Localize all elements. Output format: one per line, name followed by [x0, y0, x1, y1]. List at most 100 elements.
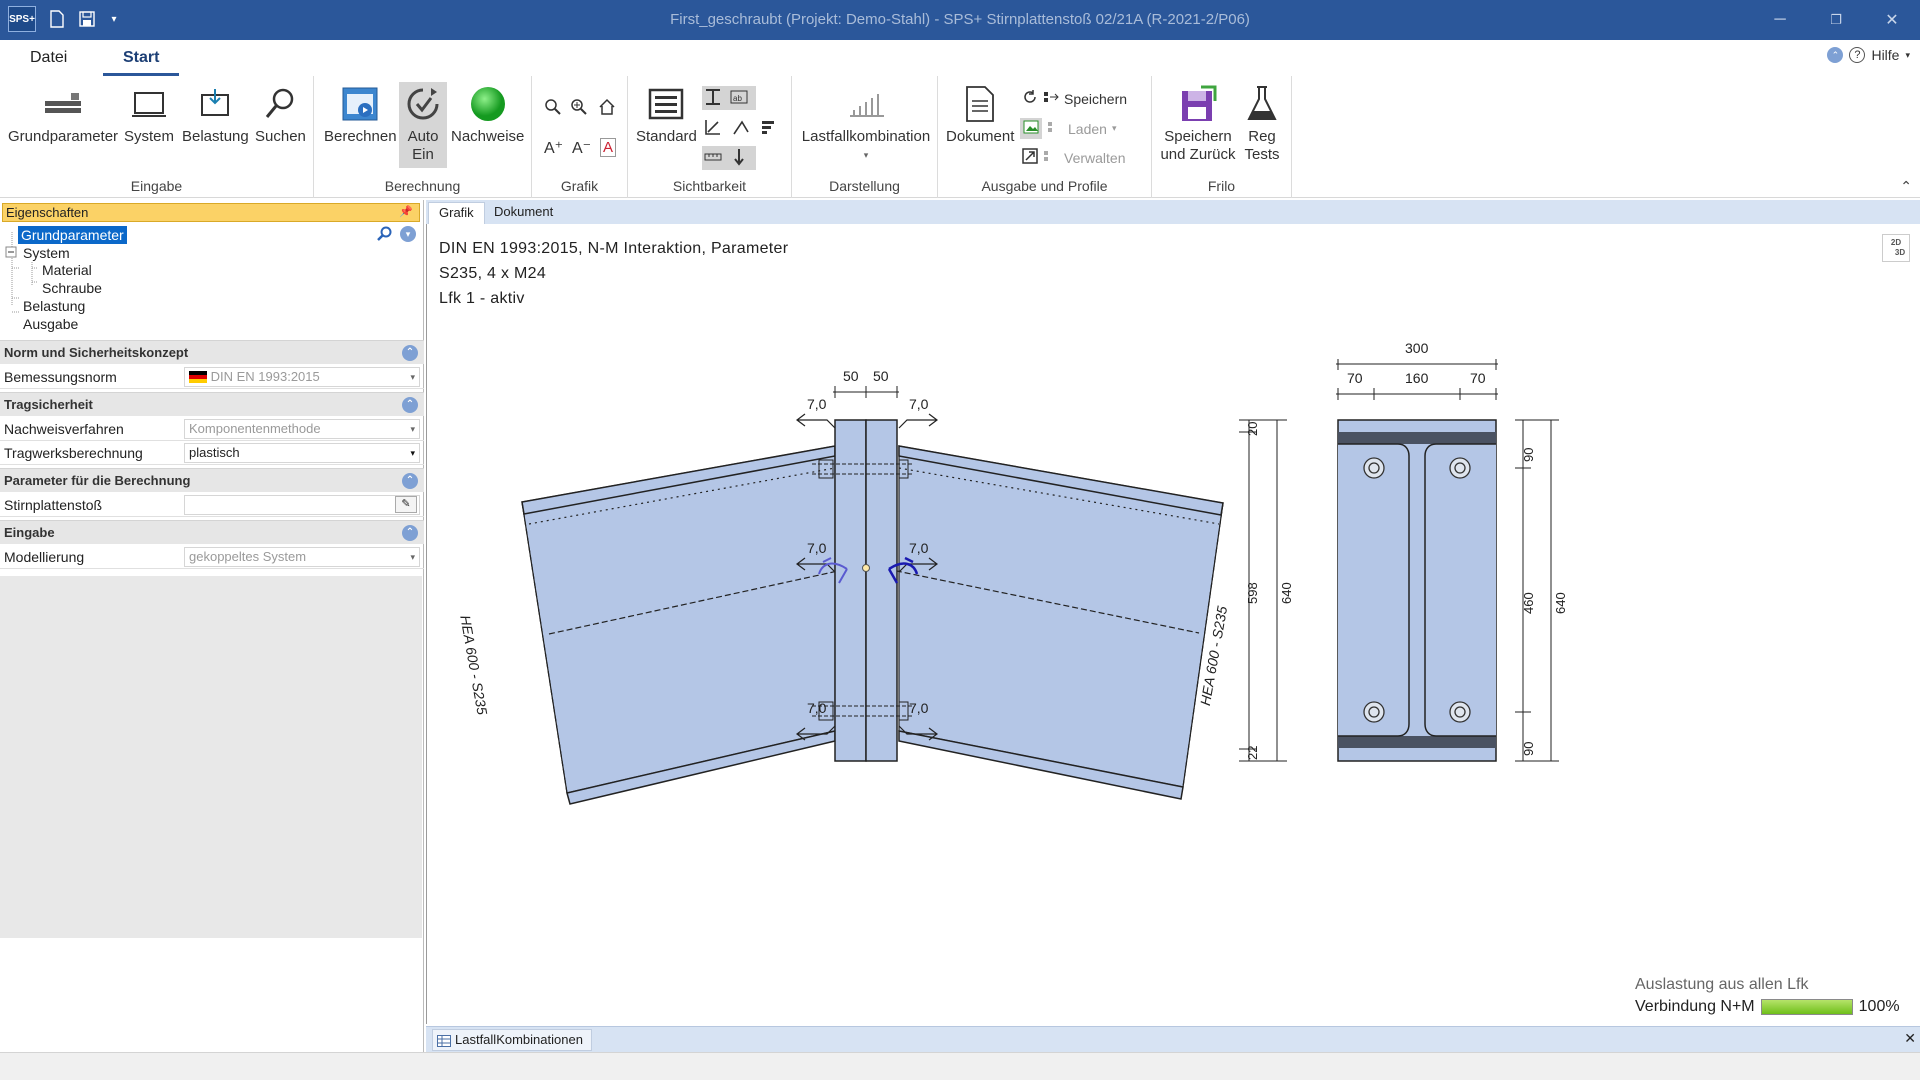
left-beam: [521, 445, 848, 805]
bemessungsnorm-value: DIN EN 1993:2015: [210, 369, 320, 384]
help-button[interactable]: Hilfe: [1871, 47, 1899, 63]
tragwerksberechnung-value: plastisch: [189, 445, 240, 460]
reg-tests-line1: Reg: [1248, 128, 1276, 145]
group-berechnung: Berechnen Auto Ein Nachweise Berechnung: [314, 76, 532, 198]
laden-button[interactable]: Laden ▾: [1020, 118, 1116, 139]
bottom-tab-strip: LastfallKombinationen ✕: [426, 1026, 1920, 1052]
save-return-icon: [1176, 82, 1220, 126]
ruler-icon[interactable]: [704, 150, 722, 166]
laden-label: Laden: [1068, 120, 1107, 137]
nachweisverfahren-value: Komponentenmethode: [189, 421, 321, 436]
tree-item-belastung[interactable]: Belastung: [20, 297, 88, 315]
speichern-zurueck-line2: und Zurück: [1160, 146, 1236, 163]
standard-button[interactable]: Standard: [636, 82, 697, 146]
collapse-icon[interactable]: ⌃: [402, 345, 418, 361]
minimize-icon[interactable]: ─: [1752, 0, 1808, 40]
zoom-in-icon[interactable]: [570, 98, 588, 116]
stirnplattenstoss-field[interactable]: ✎: [184, 495, 420, 515]
auto-ein-button[interactable]: Auto Ein: [399, 82, 447, 168]
section-norm[interactable]: Norm und Sicherheitskonzept ⌃: [0, 340, 424, 364]
dropdown-arrow-icon: ▾: [410, 552, 415, 562]
section-tragsicherheit[interactable]: Tragsicherheit ⌃: [0, 392, 424, 416]
restore-icon[interactable]: ❐: [1808, 0, 1864, 40]
utilization-label: Verbindung N+M: [1635, 998, 1755, 1015]
edit-icon[interactable]: ✎: [395, 496, 417, 513]
weld-label-mid-right: 7,0: [909, 540, 929, 556]
font-color-icon[interactable]: A: [600, 138, 617, 157]
collapse-icon[interactable]: ⌃: [402, 525, 418, 541]
collapse-up-icon[interactable]: ⌃: [1827, 47, 1844, 63]
tab-lastfallkombinationen[interactable]: LastfallKombinationen: [432, 1029, 592, 1051]
properties-footer: [0, 1024, 424, 1052]
search-icon: [258, 82, 302, 126]
plate-dim-mid: 160: [1405, 370, 1429, 386]
tree-item-system[interactable]: System: [20, 244, 73, 262]
nachweisverfahren-select[interactable]: Komponentenmethode ▾: [184, 419, 420, 439]
modellierung-value: gekoppeltes System: [189, 549, 307, 564]
tree-item-material[interactable]: Material: [39, 261, 95, 279]
berechnen-icon: [338, 82, 382, 126]
speichern-profile-button[interactable]: Speichern: [1022, 89, 1127, 108]
berechnen-button[interactable]: Berechnen: [324, 82, 397, 146]
dokument-label: Dokument: [946, 128, 1015, 145]
tree-item-ausgabe[interactable]: Ausgabe: [20, 315, 81, 333]
collapse-icon[interactable]: ⌃: [402, 473, 418, 489]
tab-datei[interactable]: Datei: [10, 48, 87, 76]
font-decrease-icon[interactable]: A⁻: [572, 138, 591, 158]
home-icon[interactable]: [598, 98, 616, 116]
system-label: System: [124, 128, 175, 145]
graphics-canvas[interactable]: DIN EN 1993:2015, N-M Interaktion, Param…: [426, 224, 1920, 1024]
visibility-toggles-row3: [702, 146, 756, 170]
bemessungsnorm-select[interactable]: DIN EN 1993:2015 ▾: [184, 367, 420, 387]
tragwerksberechnung-select[interactable]: plastisch ▾: [184, 443, 420, 463]
tree-item-schraube[interactable]: Schraube: [39, 279, 105, 297]
font-increase-icon[interactable]: A⁺: [544, 138, 563, 158]
close-panel-icon[interactable]: ✕: [1904, 1030, 1916, 1047]
side-dim-top: 20: [1245, 421, 1260, 436]
verwalten-button[interactable]: Verwalten: [1022, 148, 1125, 167]
lastfallkombination-button[interactable]: Lastfallkombination ▾: [800, 82, 932, 164]
expand-all-icon[interactable]: ▾: [400, 226, 416, 242]
nachweise-label: Nachweise: [451, 128, 525, 145]
speichern-und-zurueck-button[interactable]: Speichern und Zurück: [1158, 82, 1238, 164]
system-button[interactable]: System: [124, 82, 174, 146]
collapse-ribbon-icon[interactable]: ⌃: [1900, 178, 1912, 195]
belastung-icon: [193, 82, 237, 126]
connection-drawing: [521, 359, 1559, 805]
status-bar: [0, 1052, 1920, 1080]
help-icon[interactable]: ?: [1849, 47, 1866, 63]
modellierung-select[interactable]: gekoppeltes System ▾: [184, 547, 420, 567]
group-frilo: Speichern und Zurück Reg Tests Frilo: [1152, 76, 1292, 198]
tab-grafik[interactable]: Grafik: [428, 202, 485, 224]
svg-text:ab: ab: [733, 94, 742, 103]
nachweise-button[interactable]: Nachweise: [451, 82, 524, 146]
expand-icon: [1022, 148, 1038, 167]
group-darstellung: Lastfallkombination ▾ Darstellung: [792, 76, 938, 198]
tree-item-grundparameter[interactable]: Grundparameter: [18, 226, 127, 244]
close-icon[interactable]: ✕: [1864, 0, 1920, 40]
tab-dokument[interactable]: Dokument: [484, 202, 563, 224]
search-icon[interactable]: [376, 226, 392, 245]
ribbon: Grundparameter System Belastung Suchen E…: [0, 76, 1920, 198]
collapse-icon[interactable]: ⌃: [402, 397, 418, 413]
suchen-button[interactable]: Suchen: [255, 82, 306, 146]
text-label-icon[interactable]: ab: [730, 89, 748, 108]
bars-icon[interactable]: [760, 119, 776, 138]
section-eingabe[interactable]: Eingabe ⌃: [0, 520, 424, 544]
dimension-icon[interactable]: [704, 88, 722, 109]
belastung-button[interactable]: Belastung: [182, 82, 249, 146]
pin-icon[interactable]: 📌: [399, 204, 413, 221]
dokument-button[interactable]: Dokument: [946, 82, 1014, 146]
side-dim-total: 640: [1279, 582, 1294, 604]
load-arrow-icon[interactable]: [732, 148, 746, 169]
reg-tests-button[interactable]: Reg Tests: [1242, 82, 1282, 164]
section-parameter[interactable]: Parameter für die Berechnung ⌃: [0, 468, 424, 492]
auto-calc-icon: [401, 82, 445, 126]
tab-start[interactable]: Start: [103, 48, 180, 76]
zoom-icon[interactable]: [544, 98, 562, 116]
grundparameter-button[interactable]: Grundparameter: [8, 82, 118, 146]
help-dropdown-icon[interactable]: ▾: [1905, 50, 1910, 61]
weld-icon[interactable]: [704, 118, 722, 139]
angle-icon[interactable]: [732, 118, 750, 139]
grundparameter-icon: [41, 82, 85, 126]
